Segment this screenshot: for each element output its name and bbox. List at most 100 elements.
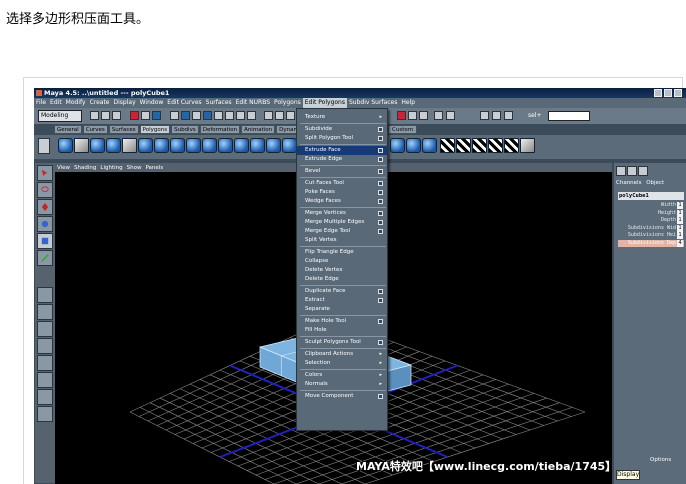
rotate-tool-icon[interactable] [37, 216, 53, 232]
poly-prism-icon[interactable] [154, 138, 169, 153]
menu-window[interactable]: Window [138, 98, 166, 108]
menu-subdiv-surfaces[interactable]: Subdiv Surfaces [347, 98, 399, 108]
new-scene-icon[interactable] [90, 111, 99, 120]
menu-set-select[interactable]: Modeling [38, 110, 82, 122]
render-globals-icon[interactable] [419, 111, 428, 120]
channel-attr-value[interactable]: 1 [677, 232, 683, 239]
shelf-tab-curves[interactable]: Curves [82, 125, 108, 134]
menu-polygons[interactable]: Polygons [272, 98, 303, 108]
maximize-button[interactable] [664, 89, 672, 97]
shelf-tab-surfaces[interactable]: Surfaces [108, 125, 139, 134]
menu-item-merge-multiple-edges[interactable]: Merge Multiple Edges [297, 218, 387, 227]
poly-pipe-icon[interactable] [186, 138, 201, 153]
menu-item-cut-faces-tool[interactable]: Cut Faces Tool [297, 179, 387, 188]
layout-script-icon[interactable] [37, 406, 53, 422]
option-box-icon[interactable] [378, 394, 383, 399]
channel-attr-value[interactable]: 1 [677, 209, 683, 217]
boolean-icon[interactable] [234, 138, 249, 153]
option-box-icon[interactable] [378, 220, 383, 225]
option-box-icon[interactable] [378, 148, 383, 153]
menu-item-split-polygon-tool[interactable]: Split Polygon Tool [297, 134, 387, 143]
cylindrical-map-icon[interactable] [456, 138, 471, 153]
menu-item-sculpt-polygons-tool[interactable]: Sculpt Polygons Tool [297, 338, 387, 347]
menu-item-delete-vertex[interactable]: Delete Vertex [297, 266, 387, 275]
menu-item-extrude-edge[interactable]: Extrude Edge [297, 155, 387, 164]
poly-cube-icon[interactable] [74, 138, 89, 153]
select-tool-icon[interactable] [37, 165, 53, 181]
menu-create[interactable]: Create [88, 98, 112, 108]
automatic-map-icon[interactable] [488, 138, 503, 153]
channel-attr-value[interactable]: 4 [677, 239, 683, 247]
channel-box-options[interactable]: Options [650, 457, 671, 463]
menu-edit-polygons[interactable]: Edit Polygons [302, 98, 347, 108]
channel-attr-value[interactable]: 1 [677, 217, 683, 224]
soften-normals-icon[interactable] [390, 138, 405, 153]
menu-surfaces[interactable]: Surfaces [204, 98, 234, 108]
option-box-icon[interactable] [378, 340, 383, 345]
menu-item-extract[interactable]: Extract [297, 296, 387, 305]
option-box-icon[interactable] [378, 181, 383, 186]
history-icon[interactable] [434, 111, 443, 120]
planar-map-icon[interactable] [440, 138, 455, 153]
mirror-icon[interactable] [250, 138, 265, 153]
poly-plane-icon[interactable] [122, 138, 137, 153]
poly-torus-icon[interactable] [138, 138, 153, 153]
mask-misc-icon[interactable] [247, 111, 256, 120]
menu-item-selection[interactable]: Selection ▸ [297, 359, 387, 368]
menu-item-normals[interactable]: Normals ▸ [297, 380, 387, 389]
channel-box-toggle-icon[interactable] [616, 166, 626, 176]
channel-tab-object[interactable]: Object [646, 180, 664, 186]
option-box-icon[interactable] [378, 190, 383, 195]
shelf-tab-subdivs[interactable]: Subdivs [171, 125, 199, 134]
menu-edit-nurbs[interactable]: Edit NURBS [234, 98, 272, 108]
option-box-icon[interactable] [378, 127, 383, 132]
split-icon[interactable] [266, 138, 281, 153]
move-tool-icon[interactable] [37, 199, 53, 215]
close-button[interactable] [674, 89, 682, 97]
mask-dynamics-icon[interactable] [225, 111, 234, 120]
selection-input-field[interactable] [548, 111, 590, 121]
option-box-icon[interactable] [378, 289, 383, 294]
channel-row-depth[interactable]: Depth 1 [618, 217, 684, 224]
menu-file[interactable]: File [34, 98, 48, 108]
smooth-icon[interactable] [218, 138, 233, 153]
menu-item-collapse[interactable]: Collapse [297, 257, 387, 266]
menu-item-extrude-face[interactable]: Extrude Face [297, 146, 387, 155]
layout-graph-icon[interactable] [37, 355, 53, 371]
option-box-icon[interactable] [378, 319, 383, 324]
channel-row-width[interactable]: Width 1 [618, 202, 684, 209]
menu-display[interactable]: Display [112, 98, 138, 108]
shelf-tab-animation[interactable]: Animation [241, 125, 276, 134]
menu-item-separate[interactable]: Separate [297, 305, 387, 314]
mask-deformations-icon[interactable] [214, 111, 223, 120]
layout-hypershade-icon[interactable] [37, 372, 53, 388]
layout-single-icon[interactable] [37, 287, 53, 303]
channel-row-subdivisions-hei[interactable]: Subdivisions Hei 1 [618, 232, 684, 239]
select-by-hierarchy-icon[interactable] [130, 111, 139, 120]
menu-item-texture[interactable]: Texture ▸ [297, 113, 387, 122]
menu-item-make-hole-tool[interactable]: Make Hole Tool [297, 317, 387, 326]
lasso-tool-icon[interactable] [37, 182, 53, 198]
menu-help[interactable]: Help [399, 98, 417, 108]
option-box-icon[interactable] [378, 229, 383, 234]
mask-rendering-icon[interactable] [236, 111, 245, 120]
poly-cylinder-icon[interactable] [90, 138, 105, 153]
mask-surfaces-icon[interactable] [203, 111, 212, 120]
attribute-editor-toggle-icon[interactable] [627, 166, 637, 176]
menu-edit[interactable]: Edit [48, 98, 64, 108]
shelf-tab-general[interactable]: General [54, 125, 82, 134]
channel-attr-value[interactable]: 1 [677, 202, 683, 209]
poly-sphere-icon[interactable] [58, 138, 73, 153]
layout-uvs-icon[interactable] [520, 138, 535, 153]
snap-curve-icon[interactable] [275, 111, 284, 120]
snap-grid-icon[interactable] [264, 111, 273, 120]
channel-object-name[interactable]: polyCube1 [618, 192, 684, 200]
scale-tool-icon[interactable] [37, 233, 53, 249]
select-by-component-icon[interactable] [152, 111, 161, 120]
tool-settings-toggle-icon[interactable] [638, 166, 648, 176]
option-box-icon[interactable] [378, 169, 383, 174]
menu-modify[interactable]: Modify [64, 98, 88, 108]
save-scene-icon[interactable] [112, 111, 121, 120]
mask-joints-icon[interactable] [181, 111, 190, 120]
snap-point-icon[interactable] [286, 111, 295, 120]
